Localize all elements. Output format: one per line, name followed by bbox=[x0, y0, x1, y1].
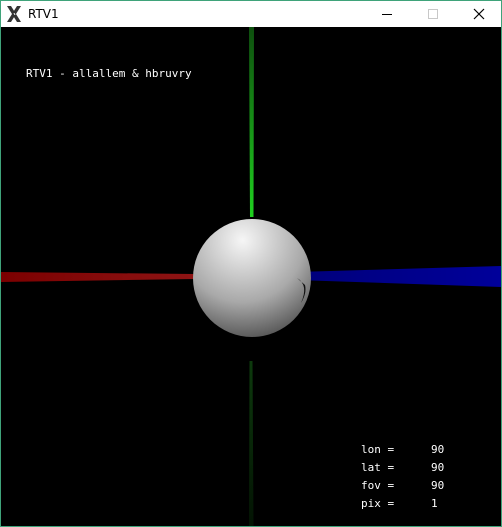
z-axis bbox=[296, 266, 501, 287]
stat-value: 90 bbox=[431, 479, 445, 492]
stat-label: fov = bbox=[361, 479, 395, 492]
stat-value: 90 bbox=[431, 443, 445, 456]
title-bar[interactable]: RTV1 bbox=[1, 1, 501, 27]
app-window: RTV1 RTV1 - allallem & hbruvry lon = 90 … bbox=[0, 0, 502, 527]
close-icon bbox=[473, 5, 485, 24]
credit-text: RTV1 - allallem & hbruvry bbox=[26, 67, 192, 80]
x-axis bbox=[1, 272, 194, 282]
close-button[interactable] bbox=[457, 1, 501, 27]
stat-label: pix = bbox=[361, 497, 395, 510]
stat-value: 1 bbox=[431, 497, 438, 510]
maximize-button[interactable] bbox=[411, 1, 455, 27]
stat-label: lon = bbox=[361, 443, 395, 456]
stat-value: 90 bbox=[431, 461, 445, 474]
stat-label: lat = bbox=[361, 461, 395, 474]
minimize-button[interactable] bbox=[365, 1, 409, 27]
window-title: RTV1 bbox=[28, 7, 59, 21]
y-axis-top bbox=[249, 27, 254, 217]
render-viewport[interactable]: RTV1 - allallem & hbruvry lon = 90 lat =… bbox=[1, 27, 501, 526]
maximize-icon bbox=[427, 5, 439, 24]
y-axis-bottom bbox=[249, 361, 254, 526]
sphere bbox=[193, 219, 311, 337]
scene-render bbox=[1, 27, 501, 526]
minimize-icon bbox=[381, 5, 393, 24]
x11-logo-icon bbox=[5, 5, 23, 23]
